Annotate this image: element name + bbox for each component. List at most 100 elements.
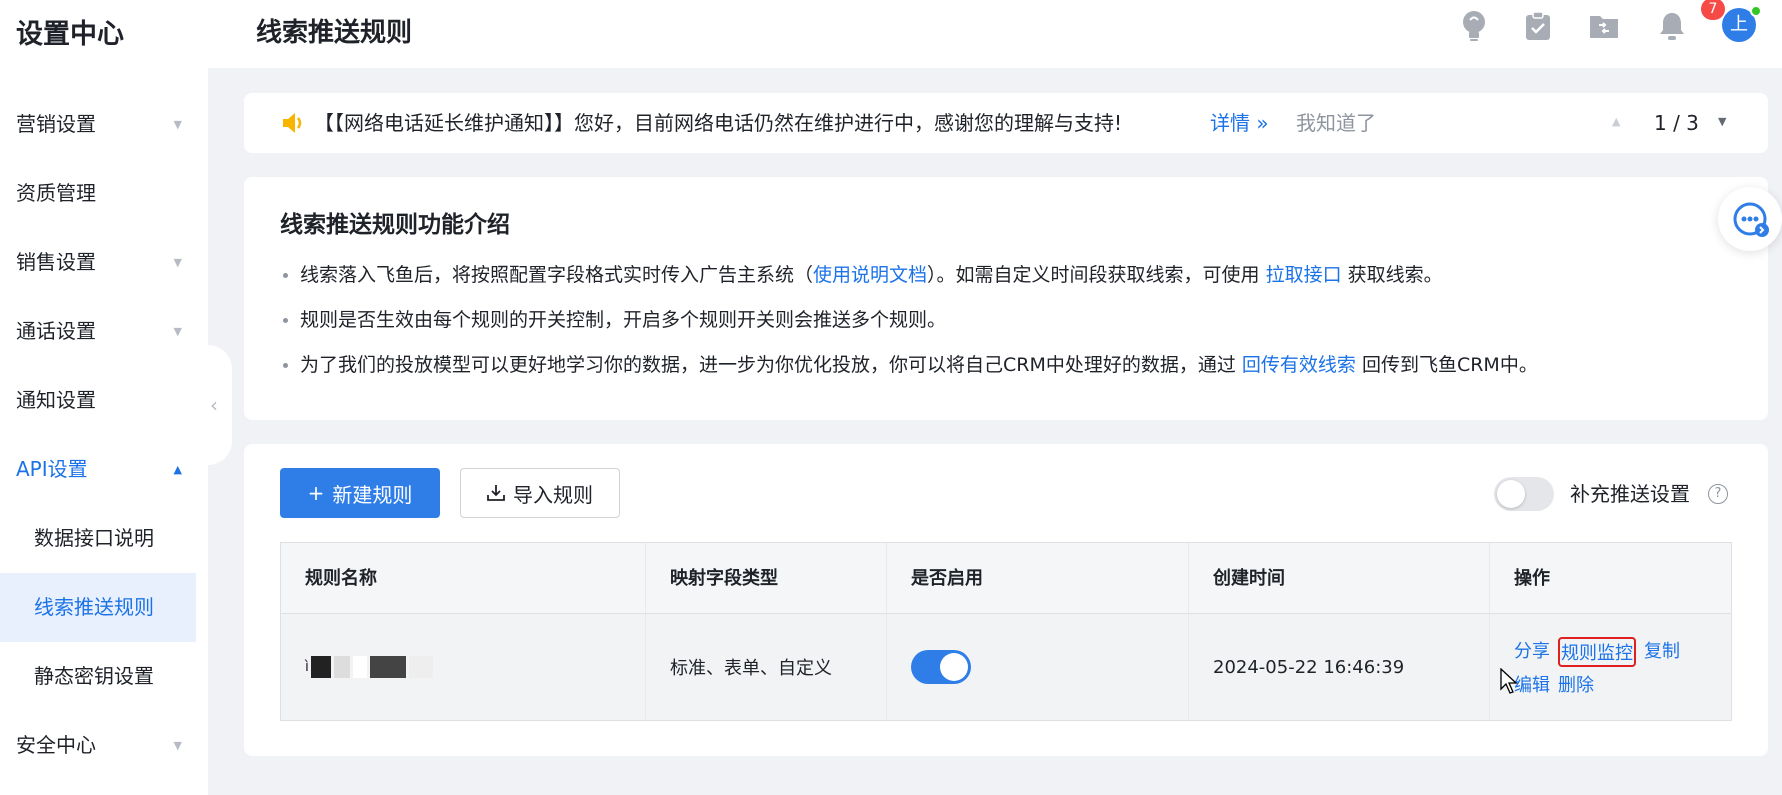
transfer-folder-icon[interactable] (1588, 10, 1620, 42)
table-row: ì 标准、表单、自定义 2024-05-22 16:46:39 分享 规则监控 … (281, 614, 1731, 720)
enabled-cell (887, 614, 1189, 720)
chevron-down-icon: ▼ (173, 739, 182, 752)
intro-list: 线索落入飞鱼后，将按照配置字段格式实时传入广告主系统（使用说明文档）。如需自定义… (280, 255, 1538, 390)
notification-badge: 7 (1701, 0, 1725, 20)
share-action[interactable]: 分享 (1514, 637, 1550, 667)
actions-cell: 分享 规则监控 复制 编辑 删除 (1490, 614, 1731, 720)
column-header: 映射字段类型 (646, 543, 887, 613)
sidebar-item-label: 通知设置 (16, 388, 96, 412)
sidebar-item-label: 数据接口说明 (34, 526, 154, 550)
column-header: 是否启用 (887, 543, 1189, 613)
notice-dismiss-button[interactable]: 我知道了 (1296, 93, 1376, 153)
edit-action[interactable]: 编辑 (1514, 671, 1550, 697)
redacted-block (352, 656, 367, 678)
sidebar-item-marketing[interactable]: 营销设置 ▼ (0, 90, 208, 159)
sidebar-item-label: API设置 (16, 457, 88, 481)
supplement-push-label: 补充推送设置 (1570, 482, 1690, 506)
toggle-knob (1497, 480, 1525, 508)
import-rule-label: 导入规则 (513, 482, 593, 507)
download-icon (487, 484, 505, 502)
sidebar-title: 设置中心 (16, 19, 124, 50)
toggle-knob (940, 653, 968, 681)
sidebar-item-label: 安全中心 (16, 733, 96, 757)
online-status-dot (1750, 5, 1762, 17)
column-header: 创建时间 (1189, 543, 1490, 613)
intro-bullet: 规则是否生效由每个规则的开关控制，开启多个规则开关则会推送多个规则。 (280, 300, 1538, 345)
sidebar-item-api[interactable]: API设置 ▲ (0, 435, 208, 504)
redacted-block (408, 656, 433, 678)
task-icon[interactable] (1522, 10, 1554, 42)
assistant-bot-icon[interactable] (1718, 187, 1782, 251)
sidebar-item-label: 营销设置 (16, 112, 96, 136)
bullet-text: 回传到飞鱼CRM中。 (1355, 354, 1538, 376)
actions-row: 编辑 删除 (1514, 671, 1680, 697)
new-rule-label: 新建规则 (332, 482, 413, 507)
created-time-cell: 2024-05-22 16:46:39 (1189, 614, 1490, 720)
redacted-block (310, 656, 331, 678)
actions-group: 分享 规则监控 复制 编辑 删除 (1514, 637, 1680, 697)
sidebar-item-label: 销售设置 (16, 250, 96, 274)
sidebar-item-static-key[interactable]: 静态密钥设置 (0, 642, 208, 711)
sidebar-item-qualification[interactable]: 资质管理 (0, 159, 208, 228)
sidebar-item-security[interactable]: 安全中心 ▼ (0, 711, 208, 780)
bullet-text: 获取线索。 (1341, 264, 1443, 286)
pull-api-link[interactable]: 拉取接口 (1266, 264, 1342, 286)
bell-icon[interactable] (1656, 10, 1688, 42)
sidebar-item-label: 线索推送规则 (34, 595, 154, 619)
redacted-block (369, 656, 406, 678)
rule-enabled-toggle[interactable] (911, 650, 971, 684)
new-rule-button[interactable]: + 新建规则 (280, 468, 440, 518)
notice-pagination: 1 / 3 (1654, 111, 1699, 135)
field-type-cell: 标准、表单、自定义 (646, 614, 887, 720)
chevron-down-icon: ▼ (173, 118, 182, 131)
chevron-up-icon[interactable]: ▲ (1612, 115, 1620, 128)
import-rule-button[interactable]: 导入规则 (460, 468, 620, 518)
intro-card: 线索推送规则功能介绍 线索落入飞鱼后，将按照配置字段格式实时传入广告主系统（使用… (244, 177, 1782, 420)
sidebar-item-notification[interactable]: 通知设置 (0, 366, 208, 435)
rules-card: + 新建规则 导入规则 补充推送设置 ? 规则名称 映射字段类型 是否启用 创建… (244, 444, 1768, 756)
copy-action[interactable]: 复制 (1644, 637, 1680, 667)
sidebar-item-label: 静态密钥设置 (34, 664, 154, 688)
plus-icon: + (307, 481, 325, 505)
rule-monitor-action[interactable]: 规则监控 (1558, 637, 1636, 667)
bullet-text: 为了我们的投放模型可以更好地学习你的数据，进一步为你优化投放，你可以将自己CRM… (300, 354, 1242, 376)
intro-title: 线索推送规则功能介绍 (280, 212, 510, 238)
rule-name-cell: ì (281, 614, 646, 720)
sidebar-item-label: 资质管理 (16, 181, 96, 205)
intro-bullet: 为了我们的投放模型可以更好地学习你的数据，进一步为你优化投放，你可以将自己CRM… (280, 345, 1538, 390)
chevron-down-icon: ▼ (173, 256, 182, 269)
notice-bar: 【【网络电话延长维护通知】】您好，目前网络电话仍然在维护进行中，感谢您的理解与支… (244, 93, 1768, 153)
page-title: 线索推送规则 (256, 18, 413, 48)
bullet-text: ）。如需自定义时间段获取线索，可使用 (927, 264, 1266, 286)
help-icon[interactable]: ? (1708, 484, 1728, 504)
chevron-up-icon: ▲ (173, 463, 182, 476)
lightbulb-icon[interactable] (1458, 10, 1490, 42)
notice-detail-link[interactable]: 详情 » (1210, 93, 1269, 153)
sidebar-item-lead-push-rules[interactable]: 线索推送规则 (0, 573, 196, 642)
column-header: 规则名称 (281, 543, 646, 613)
rules-table: 规则名称 映射字段类型 是否启用 创建时间 操作 ì 标准、表单、自定义 202… (280, 542, 1732, 721)
chevron-down-icon: ▼ (173, 325, 182, 338)
sidebar-menu: 营销设置 ▼ 资质管理 销售设置 ▼ 通话设置 ▼ 通知设置 API设置 ▲ 数据接口说… (0, 90, 208, 780)
usage-doc-link[interactable]: 使用说明文档 (813, 264, 927, 286)
actions-row: 分享 规则监控 复制 (1514, 637, 1680, 667)
mouse-cursor-icon (1500, 668, 1518, 694)
delete-action[interactable]: 删除 (1558, 671, 1594, 697)
sidebar-collapse-handle[interactable]: ‹ (208, 345, 232, 465)
sidebar-item-call[interactable]: 通话设置 ▼ (0, 297, 208, 366)
sidebar-item-data-api-doc[interactable]: 数据接口说明 (0, 504, 208, 573)
return-valid-leads-link[interactable]: 回传有效线索 (1242, 354, 1356, 376)
bullet-text: 线索落入飞鱼后，将按照配置字段格式实时传入广告主系统（ (300, 264, 814, 286)
table-header: 规则名称 映射字段类型 是否启用 创建时间 操作 (281, 543, 1731, 614)
redacted-block (333, 656, 350, 678)
column-header: 操作 (1514, 568, 1550, 589)
intro-bullet: 线索落入飞鱼后，将按照配置字段格式实时传入广告主系统（使用说明文档）。如需自定义… (280, 255, 1538, 300)
supplement-push-toggle[interactable] (1494, 477, 1554, 511)
notice-text: 【【网络电话延长维护通知】】您好，目前网络电话仍然在维护进行中，感谢您的理解与支… (314, 111, 1123, 135)
speaker-icon (280, 110, 306, 140)
chevron-down-icon[interactable]: ▼ (1718, 115, 1726, 128)
sidebar-item-label: 通话设置 (16, 319, 96, 343)
sidebar: 设置中心 营销设置 ▼ 资质管理 销售设置 ▼ 通话设置 ▼ 通知设置 API设置 ▲ … (0, 0, 208, 795)
rule-name-prefix: ì (305, 659, 309, 675)
sidebar-item-sales[interactable]: 销售设置 ▼ (0, 228, 208, 297)
